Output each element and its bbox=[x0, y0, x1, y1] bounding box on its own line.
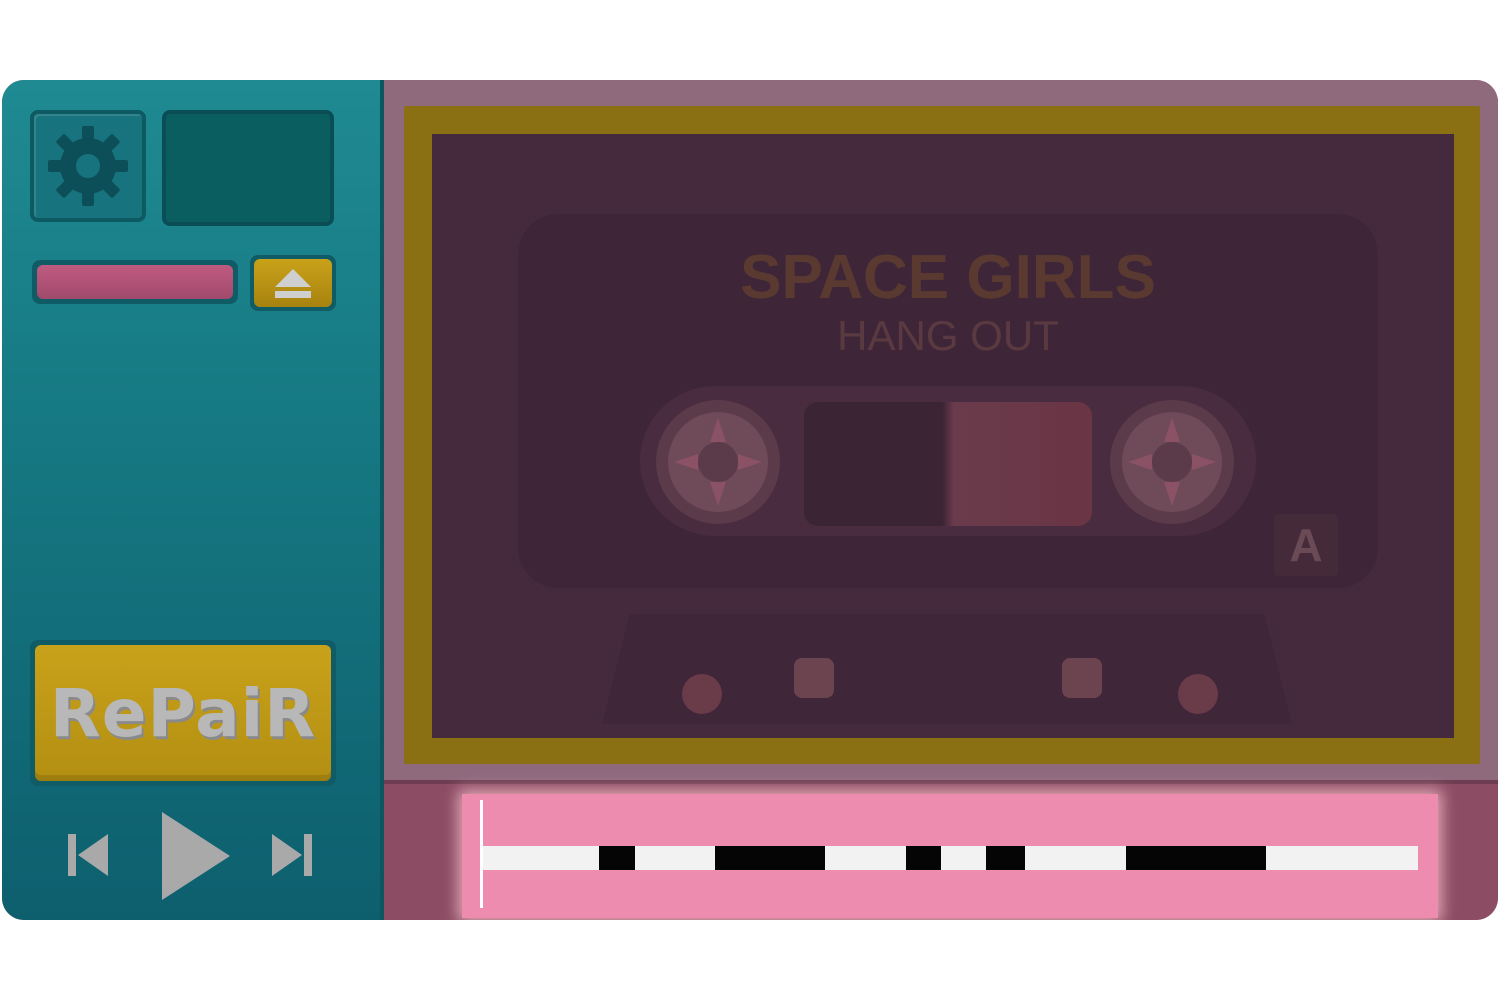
cassette-peg bbox=[682, 674, 722, 714]
damaged-segment bbox=[715, 846, 825, 870]
damaged-segment bbox=[906, 846, 941, 870]
timeline-panel bbox=[384, 780, 1498, 920]
repair-button[interactable]: RePaiR bbox=[30, 640, 336, 786]
repair-label: RePaiR bbox=[49, 674, 317, 752]
tape-slot bbox=[32, 260, 238, 304]
tape-slot-indicator bbox=[37, 265, 233, 299]
cassette-peg bbox=[1178, 674, 1218, 714]
cassette-bay: SPACE GIRLS HANG OUT A bbox=[384, 80, 1498, 780]
eject-button-face bbox=[254, 259, 332, 307]
left-reel bbox=[656, 400, 780, 524]
control-panel: RePaiR bbox=[2, 80, 384, 920]
cassette-peg bbox=[794, 658, 834, 698]
cassette-title: SPACE GIRLS bbox=[740, 243, 1156, 312]
skip-forward-icon[interactable] bbox=[270, 832, 314, 878]
tape-window bbox=[804, 402, 1092, 526]
damaged-segment bbox=[986, 846, 1025, 870]
cassette-label: SPACE GIRLS HANG OUT A bbox=[518, 214, 1378, 588]
eject-button[interactable] bbox=[250, 255, 336, 311]
damaged-segment bbox=[1126, 846, 1266, 870]
status-screen bbox=[162, 110, 334, 226]
right-reel bbox=[1110, 400, 1234, 524]
cassette-frame: SPACE GIRLS HANG OUT A bbox=[404, 106, 1480, 764]
transport-controls bbox=[52, 810, 332, 900]
play-icon[interactable] bbox=[160, 810, 232, 902]
cassette-peg bbox=[1062, 658, 1102, 698]
reel-band bbox=[640, 386, 1256, 536]
playhead[interactable] bbox=[480, 800, 483, 908]
repair-button-face: RePaiR bbox=[35, 645, 331, 781]
gear-icon bbox=[48, 126, 128, 206]
eject-icon bbox=[275, 269, 311, 298]
tape-timeline[interactable] bbox=[462, 794, 1438, 918]
cassette: SPACE GIRLS HANG OUT A bbox=[432, 134, 1454, 738]
damaged-segment bbox=[599, 846, 635, 870]
cassette-player: RePaiR SPACE GIRLS HANG OUT A bbox=[2, 80, 1498, 920]
cassette-subtitle: HANG OUT bbox=[837, 312, 1059, 359]
side-badge: A bbox=[1274, 514, 1338, 576]
cassette-bottom bbox=[602, 614, 1292, 724]
skip-back-icon[interactable] bbox=[66, 832, 110, 878]
settings-button[interactable] bbox=[30, 110, 146, 222]
tape-track bbox=[482, 846, 1418, 870]
